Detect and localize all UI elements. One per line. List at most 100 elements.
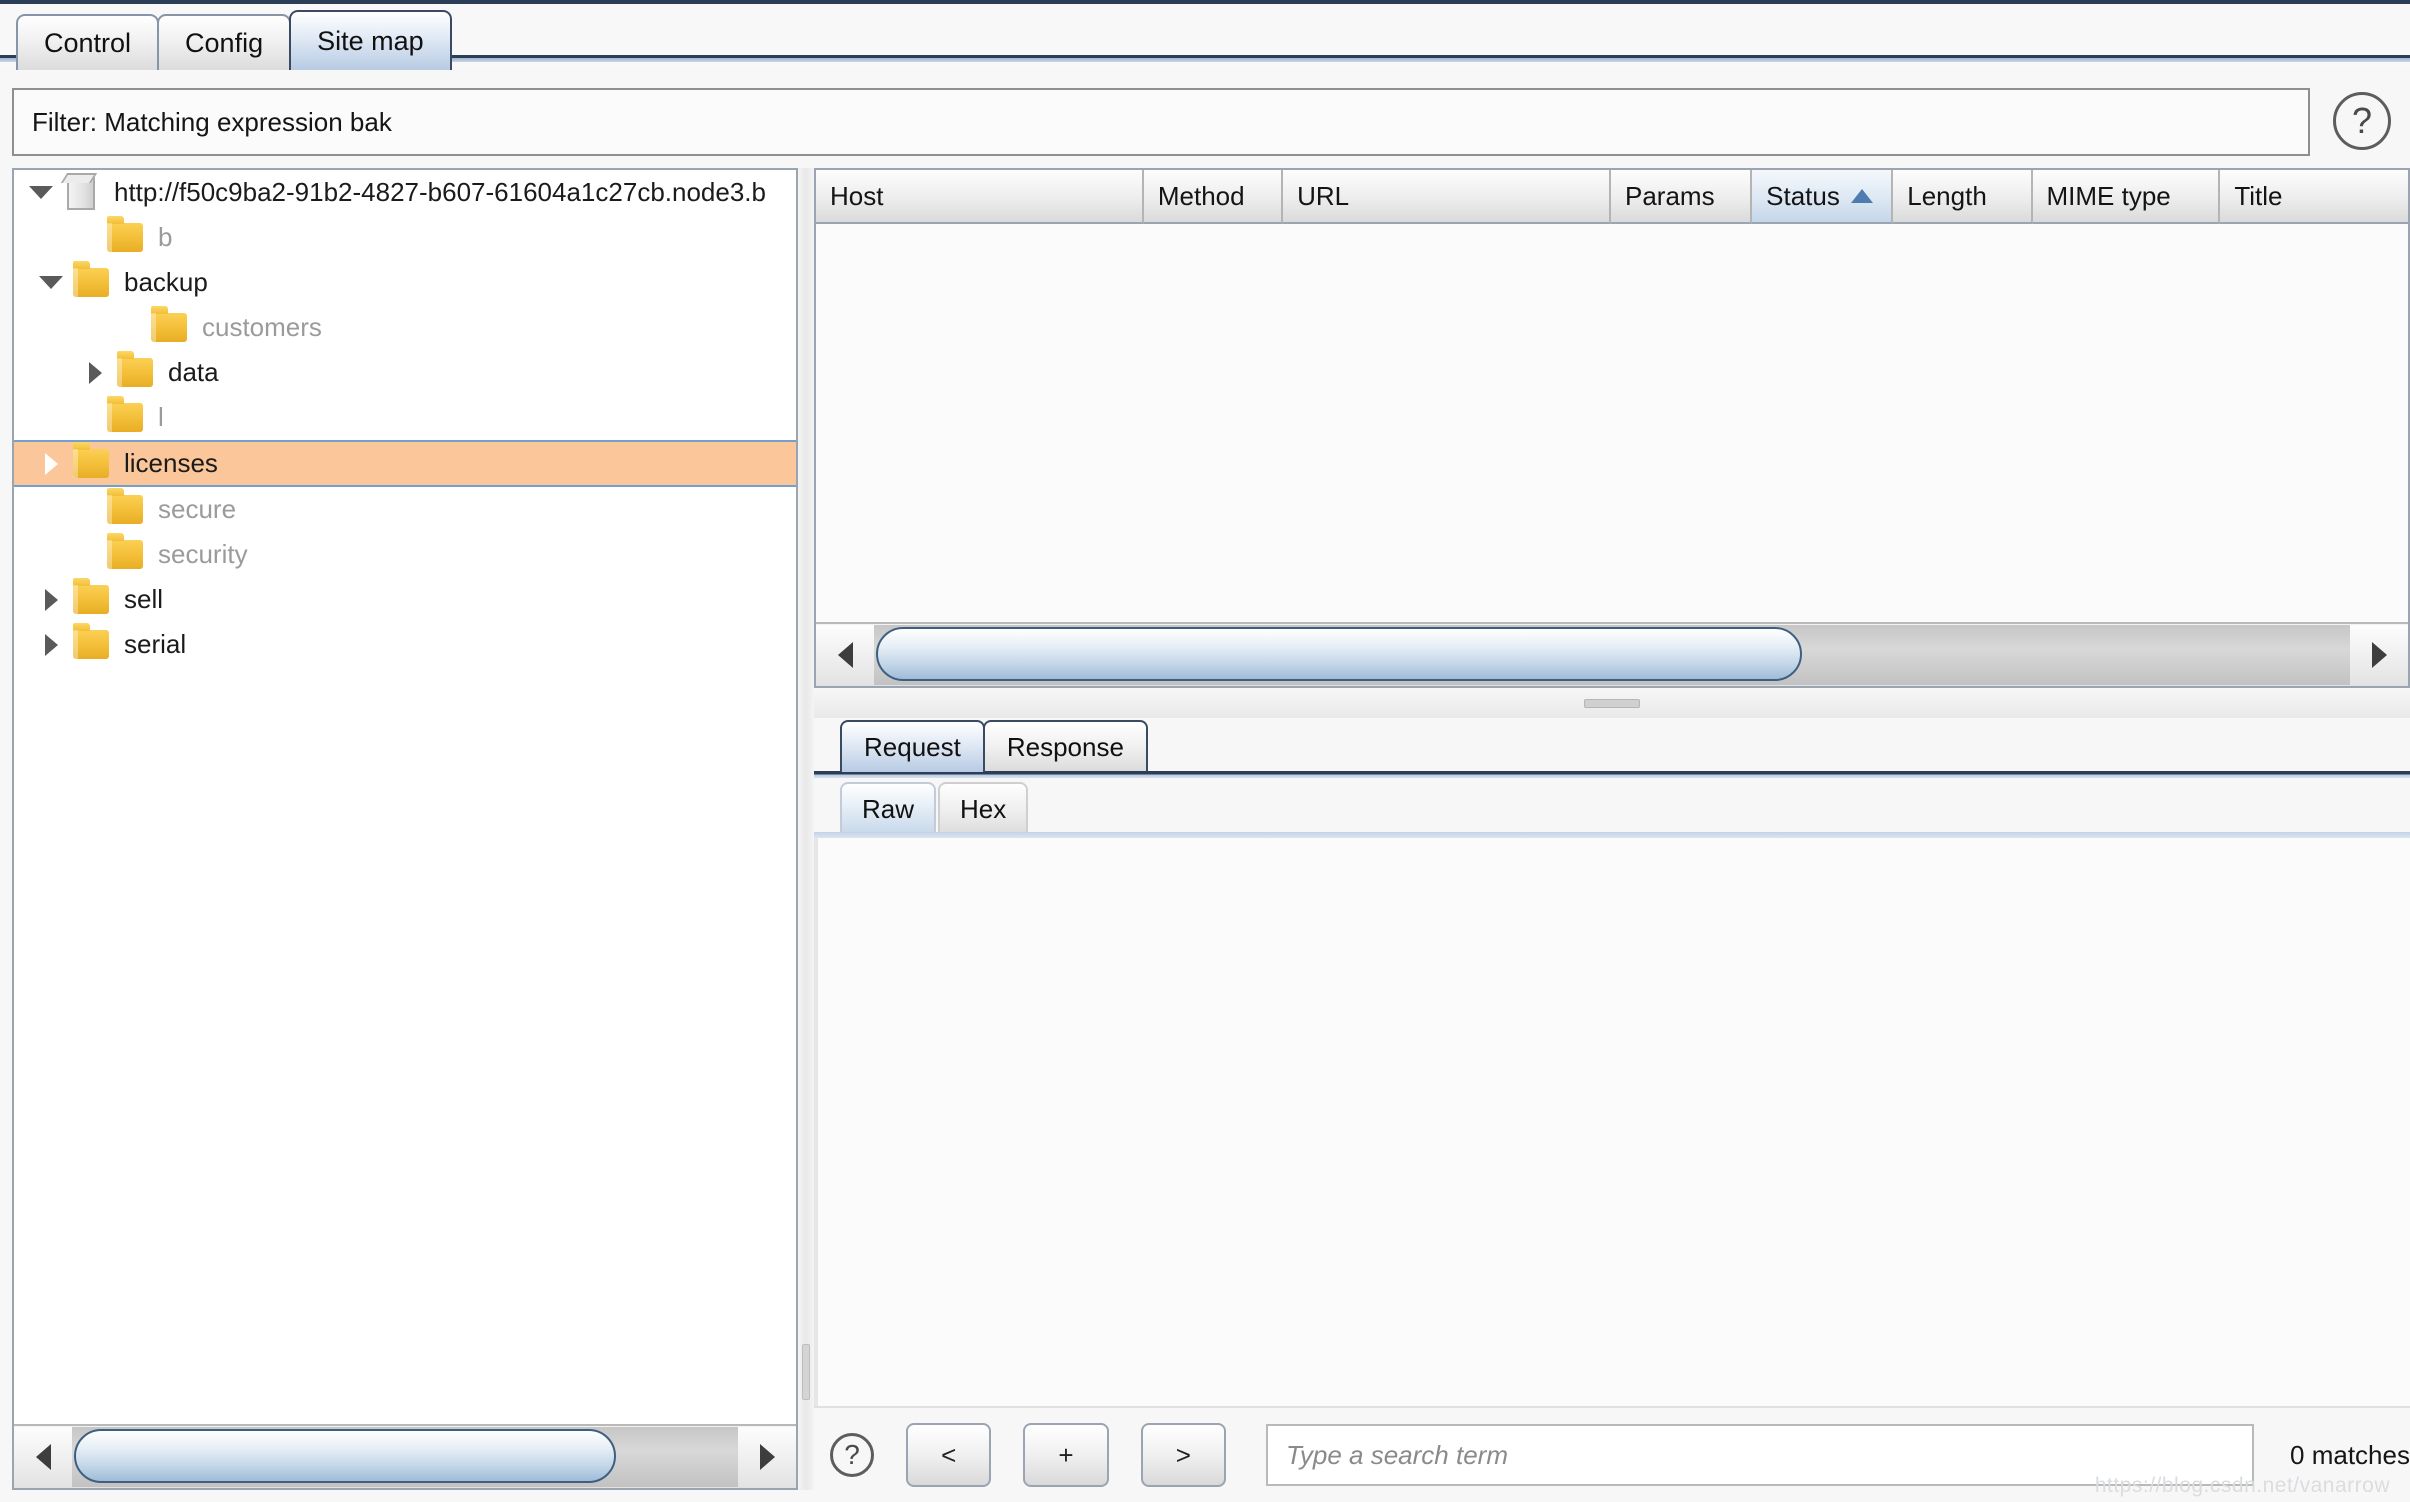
- folder-icon: [102, 540, 148, 569]
- column-header-status-label: Status: [1766, 181, 1840, 212]
- tree-item-label: secure: [148, 494, 236, 525]
- table-scroll-track[interactable]: [874, 625, 2350, 685]
- search-previous-button[interactable]: <: [906, 1423, 991, 1487]
- tab-request[interactable]: Request: [840, 720, 985, 772]
- column-header-mime-type[interactable]: MIME type: [2033, 170, 2221, 224]
- search-input[interactable]: Type a search term: [1266, 1424, 2254, 1486]
- tab-config[interactable]: Config: [157, 14, 291, 70]
- chevron-right-icon[interactable]: [34, 577, 68, 622]
- site-map-tree: http://f50c9ba2-91b2-4827-b607-61604a1c2…: [14, 170, 796, 1422]
- tree-item-label: security: [148, 539, 248, 570]
- column-header-title[interactable]: Title: [2220, 170, 2408, 224]
- scroll-left-arrow-icon[interactable]: [14, 1427, 72, 1487]
- question-mark-circle-icon[interactable]: ?: [2333, 92, 2391, 150]
- tree-horizontal-scrollbar[interactable]: [14, 1424, 796, 1488]
- splitter-grip-icon[interactable]: [1584, 699, 1640, 708]
- chevron-right-icon[interactable]: [34, 622, 68, 667]
- right-pane: Host Method URL Params Status Length MIM…: [814, 168, 2410, 1502]
- search-next-button[interactable]: >: [1141, 1423, 1226, 1487]
- message-tab-underline: [814, 771, 2410, 778]
- main-tab-strip: Control Config Site map: [0, 0, 2410, 66]
- tree-item-serial[interactable]: serial: [14, 622, 796, 667]
- tree-item-label: backup: [114, 267, 208, 298]
- column-header-status[interactable]: Status: [1752, 170, 1893, 224]
- folder-icon: [68, 449, 114, 478]
- tree-item-label: serial: [114, 629, 186, 660]
- filter-text: Filter: Matching expression bak: [32, 107, 392, 138]
- editor-sub-tab-row: Raw Hex: [840, 782, 1030, 834]
- tree-item-licenses[interactable]: licenses: [14, 440, 796, 487]
- folder-icon: [102, 403, 148, 432]
- message-tab-row: Request Response: [840, 720, 1146, 772]
- tree-item-b[interactable]: b: [14, 215, 796, 260]
- requests-table-header: Host Method URL Params Status Length MIM…: [816, 170, 2408, 224]
- folder-icon: [68, 630, 114, 659]
- column-header-host[interactable]: Host: [816, 170, 1144, 224]
- tab-site-map[interactable]: Site map: [289, 10, 452, 70]
- tree-item-customers[interactable]: customers: [14, 305, 796, 350]
- filter-bar[interactable]: Filter: Matching expression bak: [12, 88, 2310, 156]
- folder-icon: [68, 585, 114, 614]
- search-input-placeholder: Type a search term: [1286, 1440, 1508, 1471]
- table-scroll-thumb[interactable]: [876, 627, 1802, 681]
- tree-item-security[interactable]: security: [14, 532, 796, 577]
- chevron-right-icon[interactable]: [78, 350, 112, 395]
- main-tab-row: Control Config Site map: [16, 10, 450, 70]
- tree-item-secure[interactable]: secure: [14, 487, 796, 532]
- tree-item-data[interactable]: data: [14, 350, 796, 395]
- tree-scroll-thumb[interactable]: [74, 1429, 616, 1483]
- scroll-right-arrow-icon[interactable]: [2350, 625, 2408, 685]
- tab-hex[interactable]: Hex: [938, 782, 1028, 834]
- tab-control[interactable]: Control: [16, 14, 159, 70]
- twisty-placeholder: [68, 532, 102, 577]
- tree-item-backup[interactable]: backup: [14, 260, 796, 305]
- tree-item-label: b: [148, 222, 172, 253]
- tab-response[interactable]: Response: [983, 720, 1148, 772]
- requests-table-panel: Host Method URL Params Status Length MIM…: [814, 168, 2410, 688]
- splitter-grip-icon[interactable]: [802, 1344, 810, 1400]
- chevron-down-icon[interactable]: [24, 170, 58, 215]
- search-matches-count: 0 matches: [2290, 1440, 2410, 1471]
- message-tab-strip: Request Response: [814, 720, 2410, 778]
- folder-icon: [68, 268, 114, 297]
- folder-icon: [146, 313, 192, 342]
- requests-table-body[interactable]: [816, 224, 2408, 620]
- twisty-placeholder: [68, 395, 102, 440]
- chevron-right-icon[interactable]: [34, 441, 68, 486]
- tree-item-label: customers: [192, 312, 322, 343]
- tree-item-l[interactable]: l: [14, 395, 796, 440]
- folder-icon: [102, 495, 148, 524]
- message-editor-area[interactable]: [814, 838, 2410, 1426]
- scroll-left-arrow-icon[interactable]: [816, 625, 874, 685]
- question-mark-circle-icon[interactable]: ?: [830, 1433, 874, 1477]
- tree-item-label: licenses: [114, 448, 218, 479]
- editor-gutter: [814, 838, 818, 1426]
- scroll-right-arrow-icon[interactable]: [738, 1427, 796, 1487]
- column-header-url[interactable]: URL: [1283, 170, 1611, 224]
- sort-ascending-icon: [1851, 189, 1873, 203]
- tree-item-sell[interactable]: sell: [14, 577, 796, 622]
- twisty-placeholder: [68, 215, 102, 260]
- tree-item-label: http://f50c9ba2-91b2-4827-b607-61604a1c2…: [104, 177, 766, 208]
- vertical-splitter[interactable]: [798, 168, 814, 1490]
- tree-scroll-track[interactable]: [72, 1427, 738, 1487]
- tree-item-host[interactable]: http://f50c9ba2-91b2-4827-b607-61604a1c2…: [14, 170, 796, 215]
- tab-raw[interactable]: Raw: [840, 782, 936, 834]
- host-icon: [58, 176, 104, 210]
- column-header-method[interactable]: Method: [1144, 170, 1283, 224]
- search-add-button[interactable]: +: [1023, 1423, 1108, 1487]
- folder-icon: [102, 223, 148, 252]
- table-horizontal-scrollbar[interactable]: [816, 622, 2408, 686]
- editor-search-bar: ? < + > Type a search term 0 matches: [814, 1406, 2410, 1502]
- horizontal-splitter[interactable]: [814, 690, 2410, 718]
- tree-item-label: sell: [114, 584, 163, 615]
- folder-icon: [112, 358, 158, 387]
- twisty-placeholder: [68, 487, 102, 532]
- site-map-tree-panel: http://f50c9ba2-91b2-4827-b607-61604a1c2…: [12, 168, 798, 1490]
- twisty-placeholder: [112, 305, 146, 350]
- column-header-length[interactable]: Length: [1893, 170, 2032, 224]
- tree-item-label: l: [148, 402, 164, 433]
- column-header-params[interactable]: Params: [1611, 170, 1752, 224]
- tree-item-label: data: [158, 357, 219, 388]
- chevron-down-icon[interactable]: [34, 260, 68, 305]
